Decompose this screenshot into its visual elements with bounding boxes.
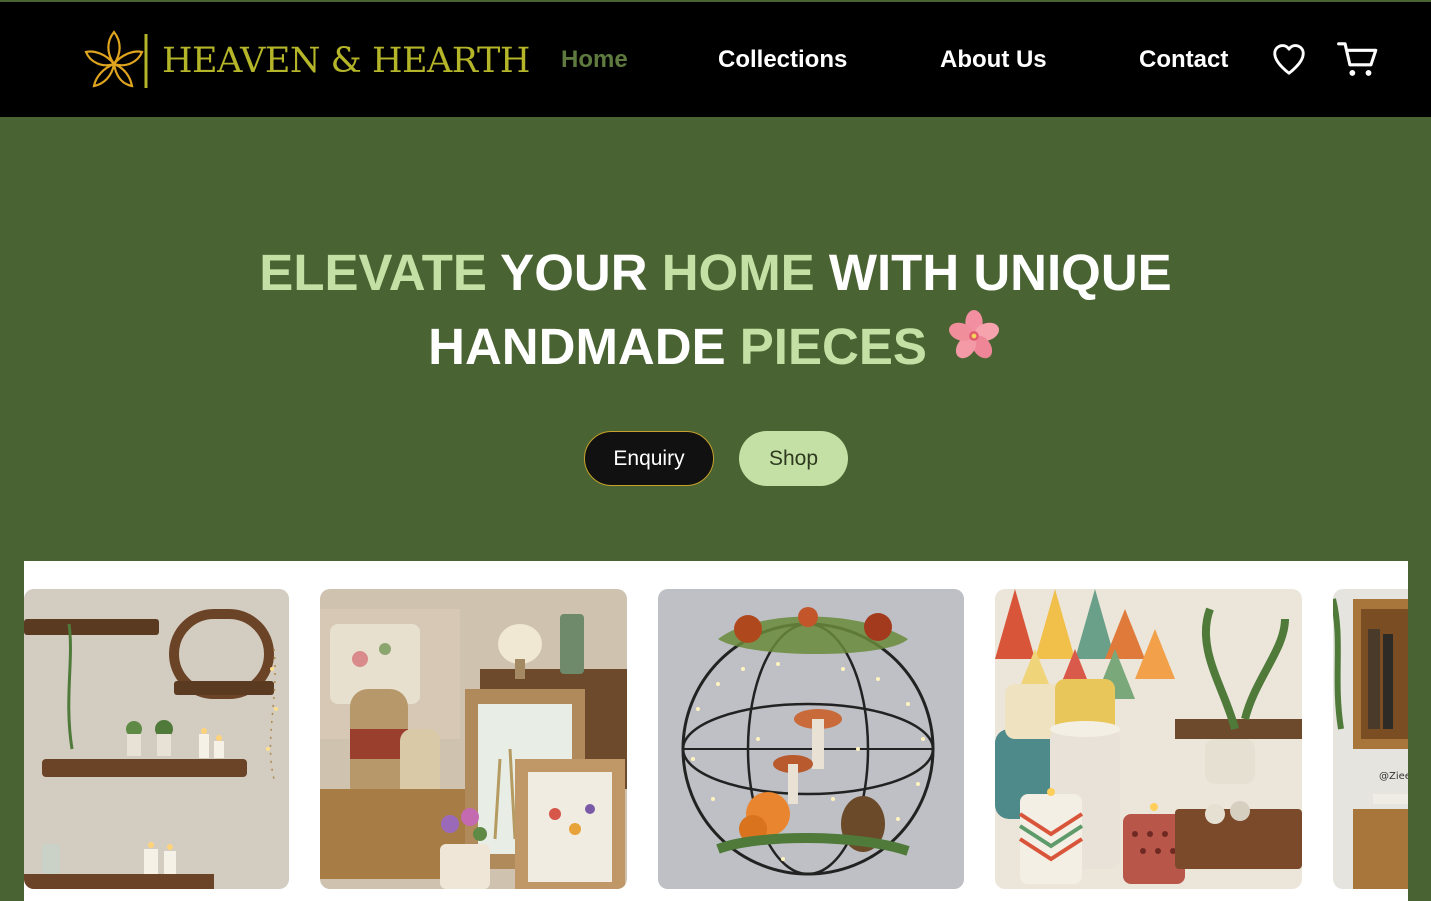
hero-title-line-2: HANDMADE PIECES: [0, 308, 1431, 388]
gallery-card-candle-holders[interactable]: [995, 589, 1302, 889]
brand-logo[interactable]: HEAVEN & HEARTH: [80, 28, 530, 94]
gallery-card-crate-shelves[interactable]: @Ziee: [1333, 589, 1408, 889]
hero-word-home: HOME: [661, 244, 815, 301]
hero-word-your: YOUR: [486, 244, 662, 301]
hero-word-elevate: ELEVATE: [259, 244, 487, 301]
nav-about-us[interactable]: About Us: [940, 46, 1047, 74]
gallery-partial-watermark: @Ziee: [1379, 771, 1408, 782]
hero-word-handmade: HANDMADE: [428, 318, 740, 375]
gallery-image-baskets-frames: [320, 589, 627, 889]
enquiry-button[interactable]: Enquiry: [584, 431, 714, 486]
nav-contact[interactable]: Contact: [1139, 46, 1228, 74]
product-gallery: @Ziee: [24, 561, 1408, 901]
cart-icon[interactable]: [1337, 40, 1379, 85]
heart-icon[interactable]: [1270, 40, 1308, 83]
gallery-card-wall-shelves[interactable]: [24, 589, 289, 889]
hero-title-line-1: ELEVATE YOUR HOME WITH UNIQUE: [0, 236, 1431, 310]
gallery-image-crate-shelves: @Ziee: [1333, 589, 1408, 889]
nav-home[interactable]: Home: [561, 46, 628, 74]
hero-words-with-unique: WITH UNIQUE: [814, 244, 1172, 301]
gallery-image-hanging-sphere: [658, 589, 964, 889]
shop-button[interactable]: Shop: [739, 431, 848, 486]
gallery-card-hanging-sphere[interactable]: [658, 589, 964, 889]
gallery-image-candle-holders: [995, 589, 1302, 889]
hero-word-pieces: PIECES: [739, 318, 927, 375]
brand-name: HEAVEN & HEARTH: [162, 41, 530, 81]
hero-title: ELEVATE YOUR HOME WITH UNIQUE HANDMADE P…: [0, 236, 1431, 388]
leaf-logo-icon: [84, 30, 148, 88]
nav-collections[interactable]: Collections: [718, 46, 847, 74]
gallery-image-wall-shelves: [24, 589, 289, 889]
hibiscus-flower-icon: [945, 308, 1003, 382]
navbar: HEAVEN & HEARTH Home Collections About U…: [0, 0, 1431, 117]
gallery-card-baskets-frames[interactable]: [320, 589, 627, 889]
